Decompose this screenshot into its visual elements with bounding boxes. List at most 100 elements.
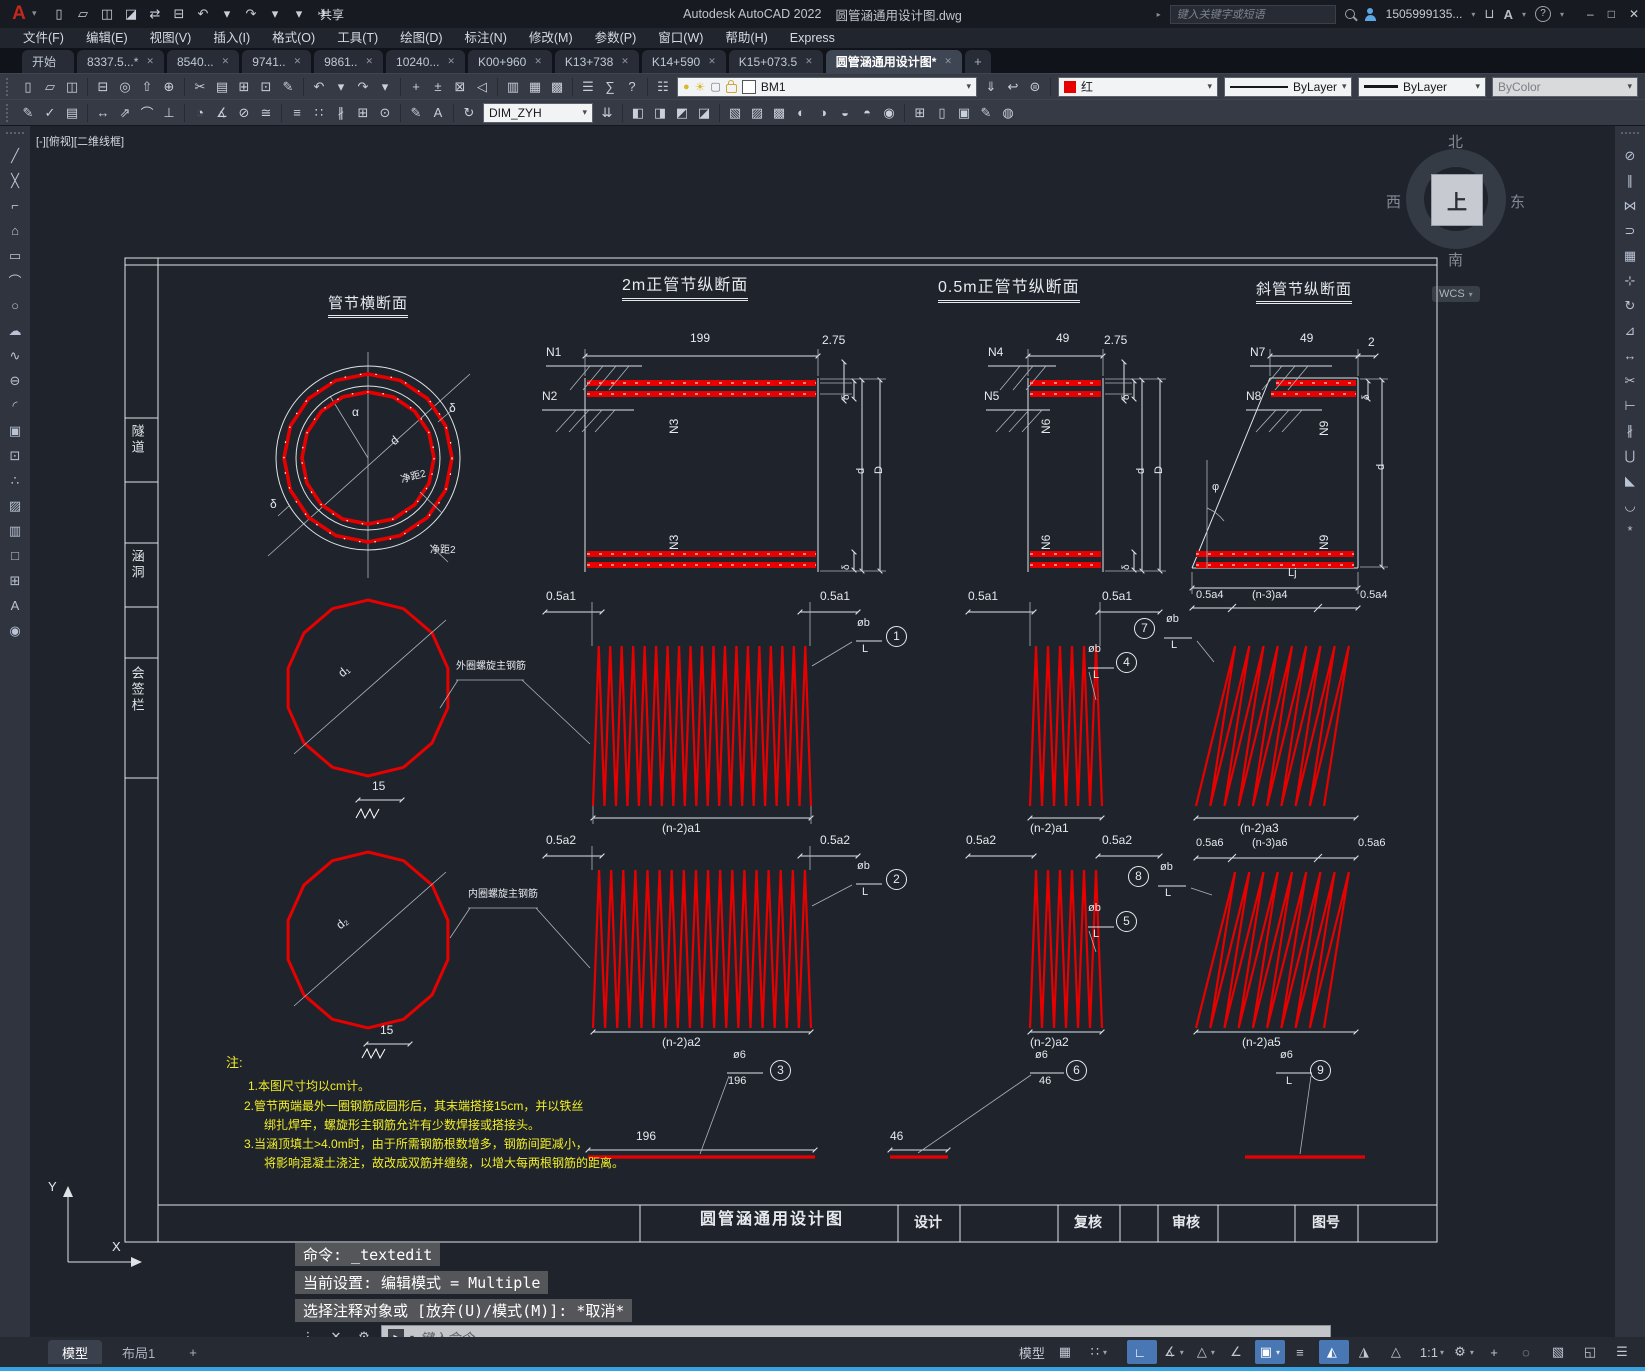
mirror-icon[interactable]: ⋈ — [1618, 194, 1642, 217]
add-layout-tab[interactable]: + — [175, 1340, 211, 1364]
tab-close-icon[interactable]: ✕ — [146, 56, 154, 67]
clean-screen-icon[interactable]: ◱ — [1577, 1340, 1607, 1364]
sheet-views-icon[interactable]: ▩ — [546, 76, 568, 98]
redo-caret-icon[interactable]: ▾ — [264, 3, 286, 25]
help-icon[interactable]: ? — [1534, 6, 1551, 22]
tab-9741[interactable]: 9741.. ✕ — [242, 50, 312, 73]
toolbar-grip[interactable] — [6, 77, 13, 96]
menu-edit[interactable]: 编辑(E) — [75, 28, 139, 48]
snap-mode-icon[interactable]: ∷ ▾ — [1084, 1340, 1114, 1364]
layer-unlock-icon[interactable] — [725, 80, 737, 93]
extend-icon[interactable]: ⊢ — [1618, 394, 1642, 417]
annotation-scale-icon[interactable]: △ — [1383, 1340, 1413, 1364]
tab-close-icon[interactable]: ✕ — [944, 56, 952, 67]
gradient-icon[interactable]: ▥ — [3, 519, 27, 542]
lineweight-caret-icon[interactable]: ▾ — [1475, 81, 1480, 92]
viewcube-north[interactable]: 北 — [1448, 131, 1463, 152]
spell-check-icon[interactable]: ✓ — [39, 102, 61, 124]
annotation-visibility-icon[interactable]: ◭ — [1318, 1340, 1349, 1364]
viewports-icon[interactable]: ▥ — [502, 76, 524, 98]
menu-modify[interactable]: 修改(M) — [518, 28, 584, 48]
scale-icon[interactable]: ⊿ — [1618, 319, 1642, 342]
center-mark-icon[interactable]: ⊙ — [374, 102, 396, 124]
linetype-caret-icon[interactable]: ▾ — [1342, 81, 1347, 92]
user-caret-icon[interactable]: ▾ — [1471, 10, 1475, 19]
object-snap-icon[interactable]: ▣ ▾ — [1254, 1340, 1285, 1364]
lineweight-dropdown[interactable]: ByLayer ▾ — [1358, 76, 1486, 97]
stretch-icon[interactable]: ↔ — [1618, 344, 1642, 367]
ortho-icon[interactable]: ∟ — [1126, 1340, 1157, 1364]
draworder-hatch-icon[interactable]: ◒ — [834, 102, 856, 124]
menu-help[interactable]: 帮助(H) — [714, 28, 778, 48]
annotation-autoscale-icon[interactable]: ◮ — [1351, 1340, 1381, 1364]
tool-palettes-icon[interactable]: ▯ — [931, 102, 953, 124]
layer-viewport-icon[interactable]: ▢ — [710, 80, 720, 93]
ungroup-icon[interactable]: ◨ — [649, 102, 671, 124]
table-icon[interactable]: ⊞ — [3, 569, 27, 592]
create-block-icon[interactable]: ⊡ — [3, 444, 27, 467]
edit-text-icon[interactable]: ✎ — [17, 102, 39, 124]
named-views-icon[interactable]: ▦ — [524, 76, 546, 98]
isolate-objects-icon[interactable]: ◓ — [856, 102, 878, 124]
color-dropdown-caret-icon[interactable]: ▾ — [1207, 81, 1212, 92]
tab-close-icon[interactable]: ✕ — [805, 56, 813, 67]
tab-k00-960[interactable]: K00+960 ✕ — [467, 50, 552, 73]
dimension-text-edit-icon[interactable]: A — [427, 102, 449, 124]
save-icon[interactable]: ◫ — [61, 76, 83, 98]
qat-customize-caret-icon[interactable]: ▾ — [288, 3, 310, 25]
share-button[interactable]: 共享 — [320, 6, 344, 23]
signed-in-user[interactable]: 1505999135... — [1386, 7, 1463, 21]
baseline-dimension-icon[interactable]: ≡ — [286, 102, 308, 124]
new-file-icon[interactable]: ▯ — [48, 3, 70, 25]
menu-file[interactable]: 文件(F) — [12, 28, 75, 48]
text-style-icon[interactable]: ▤ — [61, 102, 83, 124]
help-icon[interactable]: ? — [621, 76, 643, 98]
move-icon[interactable]: ⊹ — [1618, 269, 1642, 292]
revision-cloud-icon[interactable]: ☁ — [3, 319, 27, 342]
object-snap-tracking-icon[interactable]: ∠ — [1223, 1340, 1253, 1364]
maximize-button[interactable]: □ — [1608, 7, 1615, 21]
apps-caret-icon[interactable]: ▾ — [1522, 10, 1526, 19]
pan-icon[interactable]: + — [405, 76, 427, 98]
isolate-objects-icon[interactable]: ◌ — [1513, 1340, 1543, 1364]
redo-icon[interactable]: ↷ — [240, 3, 262, 25]
customization-icon[interactable]: ☰ — [1609, 1340, 1639, 1364]
app-menu-caret-icon[interactable]: ▾ — [32, 8, 37, 19]
undo-icon[interactable]: ↶ — [308, 76, 330, 98]
undo-icon[interactable]: ↶ — [192, 3, 214, 25]
rectangle-icon[interactable]: ▭ — [3, 244, 27, 267]
join-icon[interactable]: ⋃ — [1618, 444, 1642, 467]
polygon-icon[interactable]: ⌂ — [3, 219, 27, 242]
quick-dimension-icon[interactable]: ≅ — [255, 102, 277, 124]
group-icon[interactable]: ◧ — [627, 102, 649, 124]
trim-icon[interactable]: ✂ — [1618, 369, 1642, 392]
open-file-icon[interactable]: ▱ — [72, 3, 94, 25]
chamfer-icon[interactable]: ◣ — [1618, 469, 1642, 492]
linear-dimension-icon[interactable]: ↔ — [92, 102, 114, 124]
dimstyle-caret-icon[interactable]: ▾ — [582, 107, 587, 118]
bring-to-front-icon[interactable]: ▧ — [724, 102, 746, 124]
geolocation-icon[interactable]: ◉ — [3, 619, 27, 642]
annotation-scale-value[interactable]: 1:1 ▾ — [1415, 1340, 1447, 1364]
copy-clip-icon[interactable]: ▤ — [211, 76, 233, 98]
viewport-controls[interactable]: [-][俯视][二维线框] — [36, 133, 124, 149]
model-space-button[interactable]: 模型 — [1014, 1340, 1050, 1364]
grid-icon[interactable]: ▦ — [1052, 1340, 1082, 1364]
user-avatar-icon[interactable] — [1364, 7, 1377, 21]
new-icon[interactable]: ▯ — [17, 76, 39, 98]
minimize-button[interactable]: – — [1587, 7, 1594, 21]
bring-above-icon[interactable]: ▩ — [768, 102, 790, 124]
erase-icon[interactable]: ⊘ — [1618, 144, 1642, 167]
search-expand-caret-icon[interactable]: ▸ — [1157, 10, 1161, 19]
layer-thaw-sun-icon[interactable]: ☀ — [695, 80, 706, 94]
design-center-icon[interactable]: ▣ — [953, 102, 975, 124]
continue-dimension-icon[interactable]: ∷ — [308, 102, 330, 124]
draworder-text-icon[interactable]: ◑ — [812, 102, 834, 124]
undo-caret-icon[interactable]: ▾ — [216, 3, 238, 25]
viewcube-west[interactable]: 西 — [1386, 191, 1401, 212]
layer-dropdown-caret-icon[interactable]: ▾ — [966, 81, 971, 92]
viewcube-top-face[interactable]: 上 — [1431, 174, 1483, 226]
viewcube-south[interactable]: 南 — [1448, 249, 1463, 270]
markup-icon[interactable]: ✎ — [975, 102, 997, 124]
layer-properties-icon[interactable]: ☷ — [652, 76, 674, 98]
